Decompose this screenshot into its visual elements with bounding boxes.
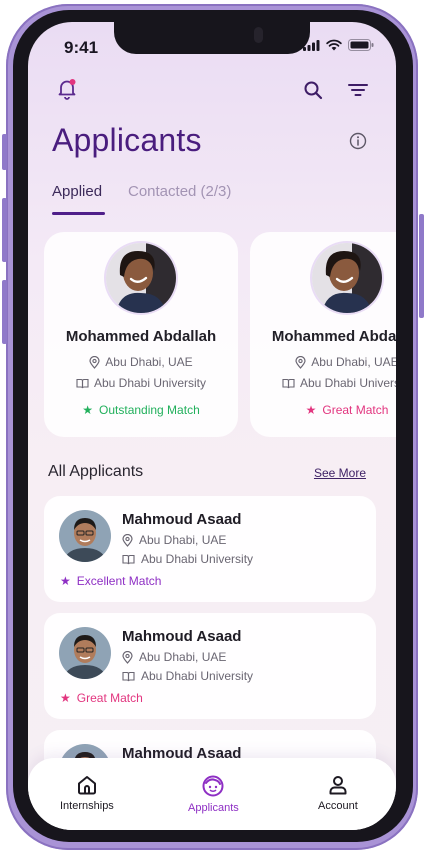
person-icon — [329, 776, 347, 795]
side-button-power — [419, 214, 424, 318]
applicant-location: Abu Dhabi, UAE — [250, 355, 396, 369]
notch — [114, 22, 310, 54]
page-title: Applicants — [52, 122, 202, 158]
section-title: All Applicants — [48, 463, 144, 480]
nav-label: Internships — [60, 800, 114, 812]
applicant-card[interactable]: Mahmoud Asaad Abu Dhabi, UAE Abu Dhabi U… — [44, 613, 376, 719]
wifi-icon — [326, 39, 342, 51]
avatar — [106, 243, 176, 313]
book-icon — [122, 671, 135, 681]
location-text: Abu Dhabi, UAE — [105, 355, 193, 369]
nav-internships[interactable]: Internships — [60, 774, 114, 812]
search-button[interactable] — [299, 76, 327, 104]
home-icon — [77, 776, 96, 795]
side-button-mute — [2, 134, 7, 170]
location-pin-icon — [295, 355, 306, 369]
match-label: Outstanding Match — [99, 403, 200, 417]
status-time: 9:41 — [64, 38, 99, 57]
match-badge: ★ Great Match — [60, 691, 143, 705]
match-badge: ★ Excellent Match — [60, 574, 161, 588]
star-icon: ★ — [60, 691, 71, 705]
applicant-location: Abu Dhabi, UAE — [44, 355, 238, 369]
nav-account[interactable]: Account — [318, 774, 358, 812]
see-more-link[interactable]: See More — [314, 466, 366, 480]
book-icon — [76, 378, 89, 388]
university-text: Abu Dhabi University — [141, 669, 254, 683]
book-icon — [282, 378, 295, 388]
status-icons — [303, 39, 374, 51]
info-button[interactable] — [344, 127, 372, 155]
nav-applicants[interactable]: Applicants — [188, 774, 239, 814]
filter-button[interactable] — [344, 76, 372, 104]
notification-button[interactable] — [53, 75, 81, 103]
app-screen: 9:41 Applicants Applied Contacted (2/3) … — [28, 22, 396, 830]
avatar — [59, 627, 111, 679]
match-label: Excellent Match — [76, 574, 162, 588]
front-camera — [254, 27, 263, 43]
applicant-university: Abu Dhabi University — [122, 669, 253, 683]
location-text: Abu Dhabi, UAE — [139, 650, 227, 664]
book-icon — [122, 554, 135, 564]
tab-contacted[interactable]: Contacted (2/3) — [128, 183, 231, 200]
nav-label: Applicants — [188, 802, 239, 814]
applicant-location: Abu Dhabi, UAE — [122, 533, 226, 547]
featured-applicant-card[interactable]: Mohammed Abdallah Abu Dhabi, UAE Abu Dha… — [44, 232, 238, 437]
side-button-volume-down — [2, 280, 7, 344]
university-text: Abu Dhabi University — [93, 376, 207, 390]
search-icon — [304, 81, 323, 100]
battery-icon — [348, 39, 374, 51]
location-pin-icon — [122, 650, 133, 664]
applicant-university: Abu Dhabi University — [44, 376, 238, 390]
match-badge: ★ Great Match — [250, 403, 396, 417]
university-text: Abu Dhabi University — [299, 376, 396, 390]
applicant-name: Mohammed Abdallah — [271, 328, 396, 345]
active-tab-indicator — [52, 212, 105, 215]
bottom-nav: Internships Applicants Account — [28, 758, 396, 830]
applicant-card[interactable]: Mahmoud Asaad Abu Dhabi, UAE Abu Dhabi U… — [44, 496, 376, 602]
side-button-volume-up — [2, 198, 7, 262]
featured-applicant-card[interactable]: Mohammed Abdallah Abu Dhabi, UAE Abu Dha… — [250, 232, 396, 437]
applicant-location: Abu Dhabi, UAE — [122, 650, 226, 664]
applicants-face-icon — [202, 775, 224, 797]
avatar — [312, 243, 382, 313]
applicant-university: Abu Dhabi University — [250, 376, 396, 390]
match-label: Great Match — [76, 691, 143, 705]
match-label: Great Match — [322, 403, 389, 417]
filter-icon — [348, 84, 368, 96]
avatar — [59, 510, 111, 562]
star-icon: ★ — [305, 403, 317, 417]
nav-label: Account — [318, 800, 358, 812]
match-badge: ★ Outstanding Match — [44, 403, 238, 417]
applicant-name: Mahmoud Asaad — [122, 511, 242, 528]
bell-icon — [58, 79, 76, 100]
location-text: Abu Dhabi, UAE — [311, 355, 396, 369]
university-text: Abu Dhabi University — [141, 552, 254, 566]
applicant-name: Mohammed Abdallah — [65, 328, 217, 345]
applicant-name: Mahmoud Asaad — [122, 628, 242, 645]
location-pin-icon — [122, 533, 133, 547]
star-icon: ★ — [82, 403, 94, 417]
location-pin-icon — [89, 355, 100, 369]
applicant-university: Abu Dhabi University — [122, 552, 253, 566]
location-text: Abu Dhabi, UAE — [139, 533, 227, 547]
tab-applied[interactable]: Applied — [52, 183, 102, 200]
info-icon — [349, 132, 367, 150]
star-icon: ★ — [60, 574, 71, 588]
